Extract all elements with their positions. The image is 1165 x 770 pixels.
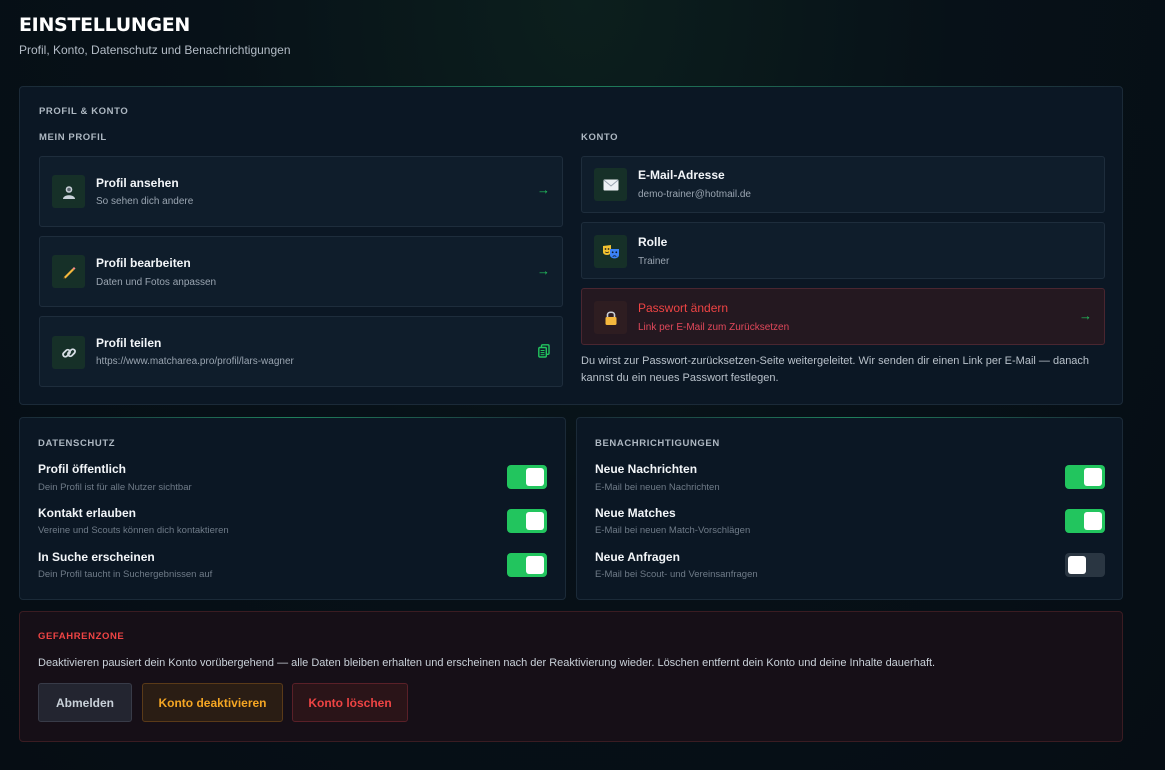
share-profile-url: https://www.matcharea.pro/profil/lars-wa… — [96, 356, 294, 367]
section-label-profile-account: PROFIL & KONTO — [39, 106, 129, 117]
privacy-public-toggle[interactable] — [507, 465, 547, 489]
notif-matches-title: Neue Matches — [595, 506, 676, 520]
view-profile-subtitle: So sehen dich andere — [96, 196, 194, 207]
notifications-panel: BENACHRICHTIGUNGEN Neue Nachrichten E-Ma… — [576, 417, 1123, 600]
change-password-card[interactable]: Passwort ändern Link per E-Mail zum Zurü… — [581, 288, 1105, 345]
lock-icon — [594, 301, 627, 334]
profile-account-panel: PROFIL & KONTO MEIN PROFIL KONTO Profil … — [19, 86, 1123, 405]
view-profile-title: Profil ansehen — [96, 176, 179, 190]
notif-requests-subtitle: E-Mail bei Scout- und Vereinsanfragen — [595, 569, 758, 580]
change-password-title: Passwort ändern — [638, 301, 729, 315]
notif-messages-subtitle: E-Mail bei neuen Nachrichten — [595, 482, 720, 493]
notif-matches-toggle[interactable] — [1065, 509, 1105, 533]
edit-profile-title: Profil bearbeiten — [96, 256, 191, 270]
arrow-right-icon: → — [537, 263, 550, 278]
privacy-search-toggle[interactable] — [507, 553, 547, 577]
role-value: Trainer — [638, 256, 670, 267]
change-password-subtitle: Link per E-Mail zum Zurücksetzen — [638, 322, 790, 333]
logout-button[interactable]: Abmelden — [38, 683, 132, 722]
page-subtitle: Profil, Konto, Datenschutz und Benachric… — [19, 43, 291, 57]
privacy-contact-title: Kontakt erlauben — [38, 506, 137, 520]
section-label-privacy: DATENSCHUTZ — [38, 438, 116, 449]
deactivate-account-button[interactable]: Konto deaktivieren — [142, 683, 283, 722]
arrow-right-icon: → — [1079, 308, 1092, 323]
notif-messages-toggle[interactable] — [1065, 465, 1105, 489]
section-label-my-profile: MEIN PROFIL — [39, 132, 107, 143]
privacy-search-title: In Suche erscheinen — [38, 550, 155, 564]
section-label-account: KONTO — [581, 132, 619, 143]
delete-account-button[interactable]: Konto löschen — [292, 683, 408, 722]
link-icon — [52, 336, 85, 369]
notif-matches-subtitle: E-Mail bei neuen Match-Vorschlägen — [595, 525, 751, 536]
user-bust-icon — [52, 175, 85, 208]
share-profile-title: Profil teilen — [96, 336, 162, 350]
notif-requests-title: Neue Anfragen — [595, 550, 680, 564]
role-card: Rolle Trainer — [581, 222, 1105, 279]
share-profile-card[interactable]: Profil teilen https://www.matcharea.pro/… — [39, 316, 563, 387]
privacy-panel: DATENSCHUTZ Profil öffentlich Dein Profi… — [19, 417, 566, 600]
section-label-notifications: BENACHRICHTIGUNGEN — [595, 438, 720, 449]
arrow-right-icon: → — [537, 182, 550, 197]
view-profile-card[interactable]: Profil ansehen So sehen dich andere → — [39, 156, 563, 227]
password-reset-note: Du wirst zur Passwort-zurücksetzen-Seite… — [581, 355, 1090, 384]
copy-icon[interactable] — [538, 344, 550, 363]
notif-requests-toggle[interactable] — [1065, 553, 1105, 577]
pencil-icon — [52, 255, 85, 288]
theater-masks-icon — [594, 235, 627, 268]
danger-zone-panel: GEFAHRENZONE Deaktivieren pausiert dein … — [19, 611, 1123, 742]
danger-zone-text: Deaktivieren pausiert dein Konto vorüber… — [38, 657, 936, 669]
privacy-contact-toggle[interactable] — [507, 509, 547, 533]
edit-profile-subtitle: Daten und Fotos anpassen — [96, 277, 217, 288]
email-value: demo-trainer@hotmail.de — [638, 189, 751, 200]
page-title: EINSTELLUNGEN — [19, 14, 191, 36]
notif-messages-title: Neue Nachrichten — [595, 462, 698, 476]
privacy-search-subtitle: Dein Profil taucht in Suchergebnissen au… — [38, 569, 213, 580]
privacy-public-subtitle: Dein Profil ist für alle Nutzer sichtbar — [38, 482, 192, 493]
email-card: E-Mail-Adresse demo-trainer@hotmail.de — [581, 156, 1105, 213]
privacy-contact-subtitle: Vereine und Scouts können dich kontaktie… — [38, 525, 229, 536]
role-title: Rolle — [638, 235, 668, 249]
email-title: E-Mail-Adresse — [638, 168, 725, 182]
section-label-danger-zone: GEFAHRENZONE — [38, 631, 125, 642]
privacy-public-title: Profil öffentlich — [38, 462, 126, 476]
envelope-icon — [594, 168, 627, 201]
edit-profile-card[interactable]: Profil bearbeiten Daten und Fotos anpass… — [39, 236, 563, 307]
